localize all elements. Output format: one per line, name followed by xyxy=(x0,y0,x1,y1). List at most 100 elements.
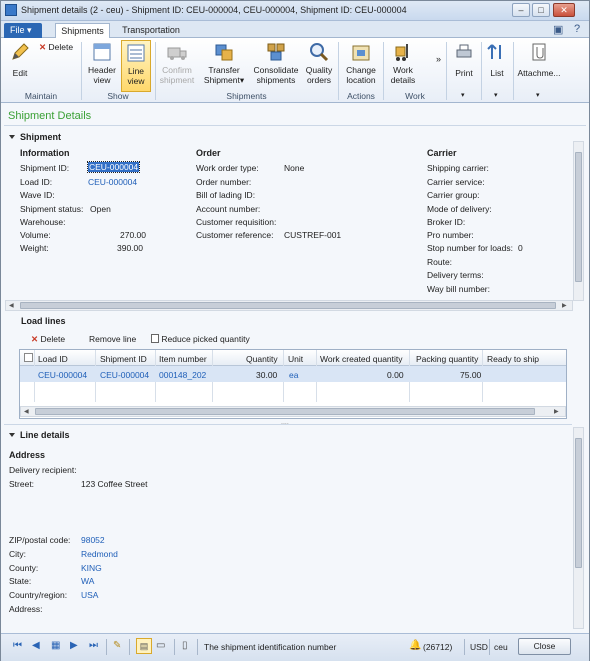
column-header-work-created-quantity[interactable]: Work created quantity xyxy=(320,354,403,364)
column-header-ready-to-ship[interactable]: Ready to ship xyxy=(487,354,539,364)
previous-record-icon[interactable]: ◀ xyxy=(32,640,40,651)
zip-link[interactable]: 98052 xyxy=(81,535,105,545)
city-label: City: xyxy=(9,549,26,559)
select-all-checkbox[interactable] xyxy=(24,353,33,362)
state-link[interactable]: WA xyxy=(81,576,94,586)
consolidate-label-2: shipments xyxy=(256,75,296,85)
table-row[interactable]: CEU-000004 CEU-000004 000148_202 30.00 e… xyxy=(20,366,566,382)
ribbon: Edit ✕ Delete Maintain Header view Line … xyxy=(1,38,589,103)
work-order-type-value: None xyxy=(284,163,305,173)
volume-value: 270.00 xyxy=(120,230,146,240)
ribbon-overflow-icon[interactable]: » xyxy=(436,54,441,64)
scrollbar-thumb[interactable] xyxy=(20,302,556,309)
scrollbar-thumb[interactable] xyxy=(35,408,535,415)
column-header-load-id[interactable]: Load ID xyxy=(38,354,68,364)
shipment-id-field[interactable]: CEU-000004 xyxy=(86,161,141,173)
row-unit-link[interactable]: ea xyxy=(289,370,298,380)
edit-mode-icon[interactable]: ✎ xyxy=(113,640,121,651)
tab-shipments[interactable]: Shipments xyxy=(55,23,110,38)
scroll-right-icon[interactable]: ▶ xyxy=(554,408,559,416)
column-header-shipment-id[interactable]: Shipment ID xyxy=(100,354,147,364)
column-header-item-number[interactable]: Item number xyxy=(159,354,207,364)
shipment-section-header[interactable]: Shipment xyxy=(9,132,61,142)
scroll-left-icon[interactable]: ◀ xyxy=(24,408,29,416)
row-item-number-link[interactable]: 000148_202 xyxy=(159,370,206,380)
maximize-button[interactable]: □ xyxy=(532,3,550,17)
country-link[interactable]: USA xyxy=(81,590,98,600)
notification-count[interactable]: (26712) xyxy=(423,642,452,652)
close-button[interactable]: Close xyxy=(518,638,571,655)
shipment-horizontal-scrollbar[interactable]: ◀ ▶ xyxy=(5,300,573,311)
record-grid-icon[interactable]: ▦ xyxy=(51,640,60,651)
scrollbar-thumb[interactable] xyxy=(575,438,582,568)
customer-reference-value: CUSTREF-001 xyxy=(284,230,342,240)
row-work-created-quantity: 0.00 xyxy=(387,370,404,380)
line-details-vertical-scrollbar[interactable] xyxy=(573,427,584,629)
help-icon[interactable]: ? xyxy=(574,23,580,35)
last-record-icon[interactable]: ⏭ xyxy=(89,640,98,651)
consolidate-shipments-button[interactable]: Consolidate shipments xyxy=(251,40,301,92)
scroll-right-icon[interactable]: ▶ xyxy=(562,302,567,310)
scrollbar-thumb[interactable] xyxy=(575,152,582,282)
attachments-button[interactable]: Attachme... xyxy=(516,40,562,92)
status-separator xyxy=(174,639,175,655)
delete-x-icon: ✕ xyxy=(31,334,39,344)
status-separator xyxy=(106,639,107,655)
remove-line-button[interactable]: Remove line xyxy=(89,334,136,344)
tab-transportation[interactable]: Transportation xyxy=(116,23,186,38)
carrier-group-label: Carrier group: xyxy=(427,190,480,200)
transfer-icon xyxy=(213,41,235,63)
edit-button[interactable]: Edit xyxy=(6,40,34,92)
line-details-title: Line details xyxy=(20,430,70,440)
line-view-button[interactable]: Line view xyxy=(121,40,151,92)
work-details-button[interactable]: Work details xyxy=(387,40,419,92)
county-link[interactable]: KING xyxy=(81,563,102,573)
delete-button[interactable]: ✕ Delete xyxy=(39,42,73,53)
group-work: Work xyxy=(405,91,425,101)
ribbon-separator xyxy=(446,42,447,100)
layout-icon[interactable]: ▣ xyxy=(553,23,563,36)
chevron-down-icon[interactable]: ▾ xyxy=(461,91,465,99)
chevron-down-icon[interactable]: ▾ xyxy=(494,91,498,99)
load-id-link[interactable]: CEU-000004 xyxy=(88,177,137,187)
column-header-quantity[interactable]: Quantity xyxy=(246,354,278,364)
quality-orders-button[interactable]: Quality orders xyxy=(303,40,335,92)
close-window-button[interactable]: ✕ xyxy=(553,3,575,17)
scroll-left-icon[interactable]: ◀ xyxy=(9,302,14,310)
first-record-icon[interactable]: ⏮ xyxy=(13,640,22,651)
document-icon[interactable]: ▯ xyxy=(182,640,188,651)
file-tab[interactable]: File ▾ xyxy=(4,23,42,38)
ribbon-tabs: File ▾ Shipments Transportation ▣ ? xyxy=(1,21,589,38)
load-lines-delete-button[interactable]: ✕ Delete xyxy=(31,334,65,345)
grid-horizontal-scrollbar[interactable]: ◀ ▶ xyxy=(20,406,566,417)
delete-label: Delete xyxy=(48,42,74,52)
transfer-shipment-label-2: Shipment▾ xyxy=(203,75,245,85)
wave-id-label: Wave ID: xyxy=(20,190,55,200)
currency-indicator[interactable]: USD xyxy=(470,642,488,652)
confirm-shipment-button[interactable]: Confirm shipment xyxy=(158,40,196,92)
load-lines-delete-label: Delete xyxy=(40,334,66,344)
line-view-toggle-icon[interactable]: ▤ xyxy=(136,638,152,654)
transfer-shipment-button[interactable]: Transfer Shipment▾ xyxy=(201,40,247,92)
truck-icon xyxy=(166,41,188,63)
minimize-button[interactable]: – xyxy=(512,3,530,17)
header-view-button[interactable]: Header view xyxy=(85,40,119,92)
information-header: Information xyxy=(20,148,70,158)
list-button[interactable]: List xyxy=(485,40,509,92)
city-link[interactable]: Redmond xyxy=(81,549,118,559)
column-header-packing-quantity[interactable]: Packing quantity xyxy=(416,354,478,364)
bell-icon[interactable]: 🔔 xyxy=(409,640,421,651)
company-indicator[interactable]: ceu xyxy=(494,642,508,652)
row-load-id-link[interactable]: CEU-000004 xyxy=(38,370,87,380)
column-header-unit[interactable]: Unit xyxy=(288,354,303,364)
header-view-toggle-icon[interactable]: ▭ xyxy=(156,640,165,651)
reduce-picked-quantity-button[interactable]: Reduce picked quantity xyxy=(151,334,250,344)
row-shipment-id-link[interactable]: CEU-000004 xyxy=(100,370,149,380)
shipment-vertical-scrollbar[interactable] xyxy=(573,141,584,301)
next-record-icon[interactable]: ▶ xyxy=(70,640,78,651)
line-details-header[interactable]: Line details xyxy=(9,430,70,440)
print-button[interactable]: Print xyxy=(451,40,477,92)
chevron-down-icon[interactable]: ▾ xyxy=(536,91,540,99)
ribbon-separator xyxy=(155,42,156,100)
change-location-button[interactable]: Change location xyxy=(342,40,380,92)
